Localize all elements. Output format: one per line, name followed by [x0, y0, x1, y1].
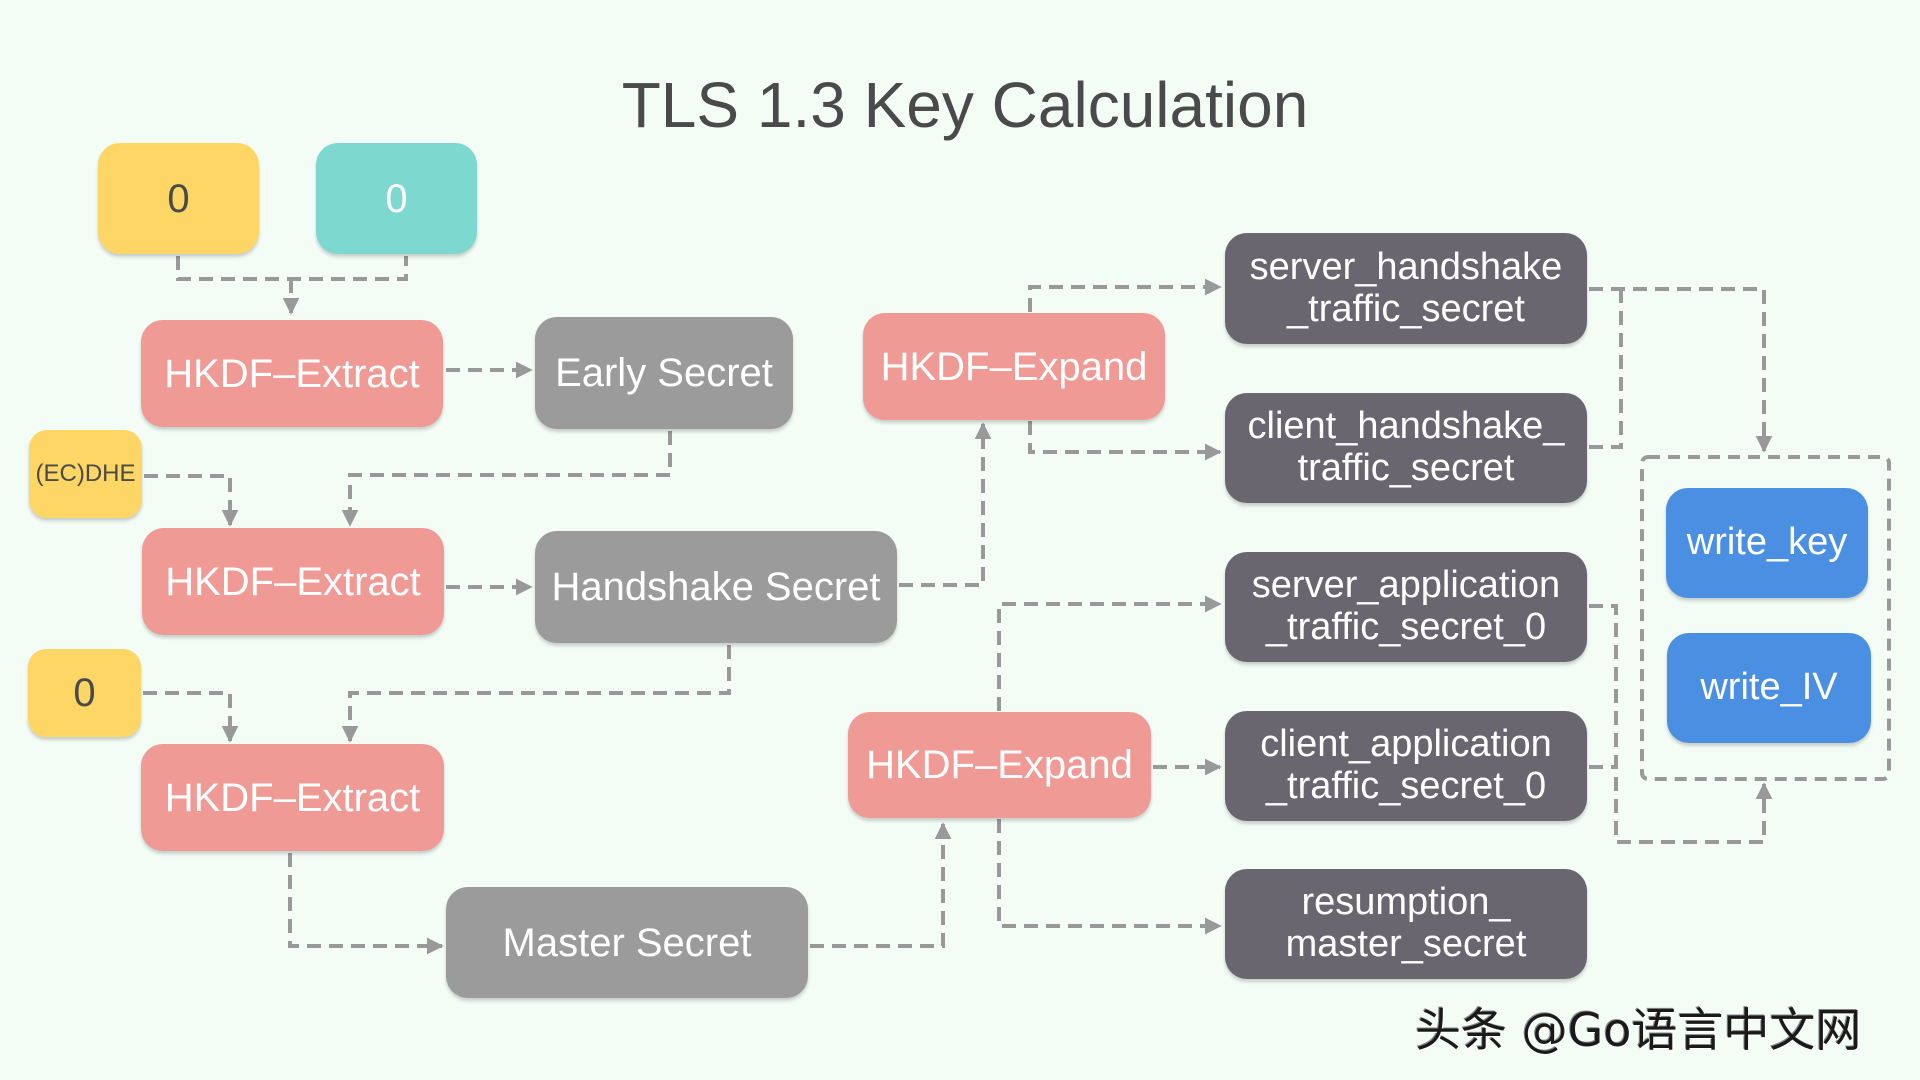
hkdf-extract-master: HKDF–Extract	[141, 744, 444, 851]
client-application-traffic-secret: client_application _traffic_secret_0	[1225, 711, 1587, 821]
write-iv: write_IV	[1667, 633, 1871, 743]
write-key: write_key	[1666, 488, 1868, 598]
edge-ecdhe-to-extract-handshake	[144, 474, 239, 527]
early-secret: Early Secret	[535, 317, 793, 429]
server-handshake-line-1: server_handshake	[1249, 245, 1563, 288]
client-handshake-line-1: client_handshake_	[1247, 405, 1565, 448]
client-handshake-traffic-secret: client_handshake_ traffic_secret	[1225, 393, 1587, 503]
server-application-traffic-secret: server_application _traffic_secret_0	[1225, 552, 1587, 662]
server-application-line-2: _traffic_secret_0	[1265, 606, 1547, 648]
edge-server-handshake-to-keys	[1589, 287, 1773, 453]
hkdf-extract-early: HKDF–Extract	[141, 320, 443, 427]
edge-early-to-extract-handshake	[341, 431, 672, 527]
server-application-line-1: server_application	[1251, 564, 1561, 607]
edge-expand-application-to-server-application	[997, 595, 1222, 711]
resumption-line-1: resumption_	[1301, 881, 1511, 924]
server-handshake-line-2: _traffic_secret	[1287, 287, 1525, 330]
handshake-secret: Handshake Secret	[535, 531, 897, 643]
hkdf-extract-handshake: HKDF–Extract	[142, 528, 444, 635]
input-zero-psk: 0	[98, 143, 259, 254]
server-handshake-traffic-secret: server_handshake _traffic_secret	[1225, 233, 1587, 344]
edge-expand-handshake-to-server-handshake	[1028, 278, 1222, 312]
edge-zero-master-to-extract-master	[143, 691, 239, 743]
client-application-line-2: _traffic_secret_0	[1265, 765, 1547, 807]
resumption-line-2: master_secret	[1285, 923, 1527, 965]
edge-handshake-to-expand-handshake	[899, 422, 992, 587]
master-secret: Master Secret	[446, 887, 808, 998]
watermark-text: 头条 @Go语言中文网	[1415, 1003, 1862, 1057]
hkdf-expand-application: HKDF–Expand	[848, 712, 1151, 818]
input-zero-salt: 0	[316, 143, 477, 254]
client-application-line-1: client_application	[1260, 723, 1552, 766]
input-ecdhe: (EC)DHE	[29, 430, 142, 518]
resumption-master-secret: resumption_ master_secret	[1225, 869, 1587, 979]
edge-expand-handshake-to-client-handshake	[1028, 421, 1222, 461]
edge-master-to-expand-application	[810, 822, 952, 948]
edge-client-handshake-to-keys	[1589, 289, 1623, 449]
edge-extract-master-to-master-secret	[288, 853, 444, 955]
edge-zero-psk-to-extract-early	[176, 256, 408, 281]
edge-expand-application-to-resumption	[997, 819, 1222, 935]
hkdf-expand-handshake: HKDF–Expand	[863, 313, 1165, 420]
edge-handshake-to-extract-master	[341, 645, 731, 743]
client-handshake-line-2: traffic_secret	[1297, 447, 1515, 489]
input-zero-master: 0	[28, 649, 141, 737]
